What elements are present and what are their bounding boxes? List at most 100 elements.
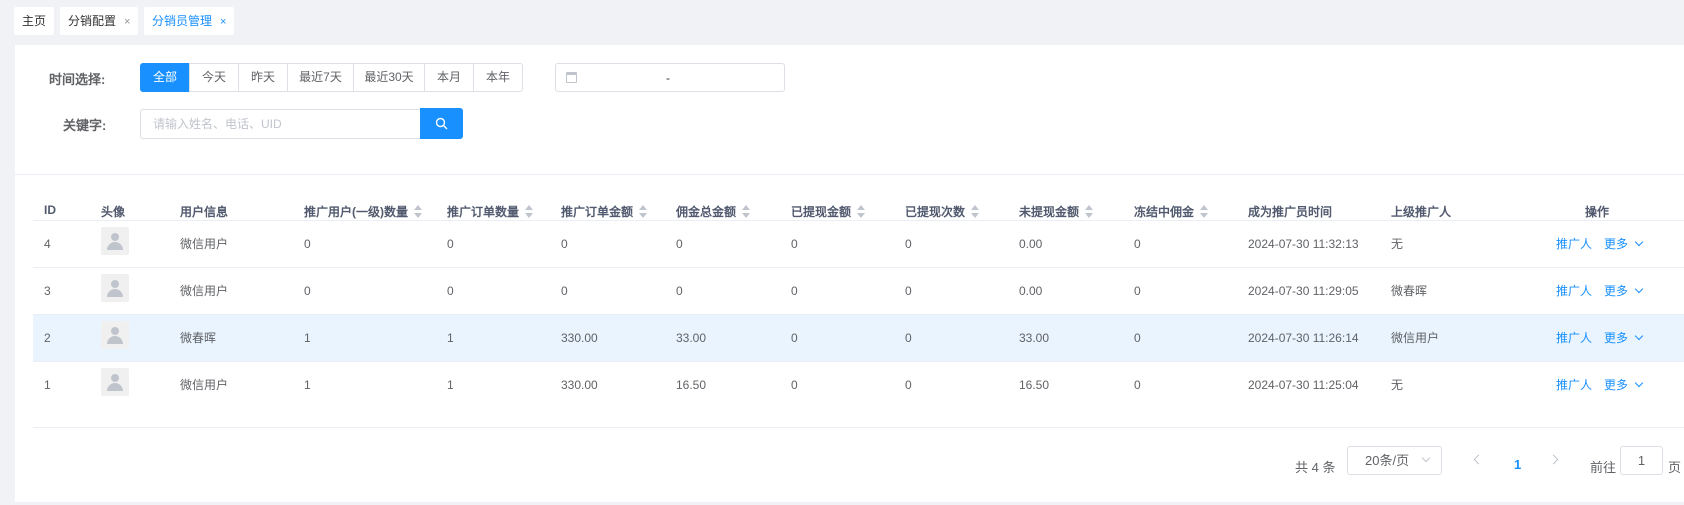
more-label: 更多	[1604, 378, 1629, 392]
more-label: 更多	[1604, 284, 1629, 298]
promoter-link[interactable]: 推广人	[1556, 268, 1592, 315]
sort-icon[interactable]	[639, 205, 648, 218]
cell-superior: 微春晖	[1391, 284, 1428, 298]
column-header-promo-amount[interactable]: 推广订单金额	[561, 203, 648, 220]
keyword-label: 关键字:	[63, 118, 107, 133]
column-header-actions: 操作	[1585, 203, 1609, 220]
search-button[interactable]	[420, 108, 463, 139]
chevron-right-icon[interactable]	[1548, 454, 1559, 465]
cell-promo-users: 0	[304, 237, 311, 251]
cell-superior: 无	[1391, 378, 1404, 392]
time-option-month[interactable]: 本月	[424, 63, 474, 92]
promoter-link[interactable]: 推广人	[1556, 315, 1592, 362]
keyword-search-input[interactable]: 请输入姓名、电话、UID	[140, 109, 420, 139]
column-header-promo-users[interactable]: 推广用户(一级)数量	[304, 203, 422, 220]
cell-since: 2024-07-30 11:29:05	[1248, 284, 1359, 298]
tab-label: 主页	[22, 14, 47, 28]
cell-promo-amount: 330.00	[561, 331, 598, 345]
column-header-label: 佣金总金额	[676, 205, 737, 219]
sort-icon[interactable]	[1085, 205, 1094, 218]
sort-icon[interactable]	[525, 205, 534, 218]
column-header-frozen[interactable]: 冻结中佣金	[1134, 203, 1209, 220]
close-icon[interactable]: ×	[220, 16, 226, 28]
sort-icon[interactable]	[971, 205, 980, 218]
cell-frozen: 0	[1134, 331, 1141, 345]
cell-withdrawn-amount: 0	[791, 284, 798, 298]
column-header-unwithdrawn[interactable]: 未提现金额	[1019, 203, 1094, 220]
column-header-promo-orders[interactable]: 推广订单数量	[447, 203, 534, 220]
table-row: 3 微信用户 0 0 0 0 0 0 0.00 0 2024-07-30 11:…	[33, 267, 1684, 314]
pagination-total: 共 4 条	[1295, 460, 1336, 475]
cell-superior: 无	[1391, 237, 1404, 251]
goto-page-input[interactable]: 1	[1620, 446, 1663, 475]
tab-home[interactable]: 主页	[14, 7, 55, 35]
tab-distribution-config[interactable]: 分销配置 ×	[60, 7, 139, 35]
date-range-picker[interactable]: -	[555, 63, 785, 92]
cell-frozen: 0	[1134, 284, 1141, 298]
avatar	[101, 274, 129, 302]
page-size-select[interactable]: 20条/页	[1347, 446, 1442, 475]
more-dropdown[interactable]: 更多	[1604, 221, 1644, 268]
time-option-7days[interactable]: 最近7天	[287, 63, 354, 92]
column-header-label: 成为推广员时间	[1248, 205, 1333, 219]
column-header-label: 用户信息	[180, 205, 229, 219]
promoter-link[interactable]: 推广人	[1556, 221, 1592, 268]
table-row: 1 微信用户 1 1 330.00 16.50 0 0 16.50 0 2024…	[33, 361, 1684, 408]
cell-id: 3	[44, 284, 51, 298]
column-header-label: ID	[44, 203, 56, 217]
tab-label: 分销配置	[68, 14, 117, 28]
more-dropdown[interactable]: 更多	[1604, 268, 1644, 315]
main-card: 时间选择: 全部 今天 昨天 最近7天 最近30天 本月 本年 - 关键字: 请…	[15, 45, 1684, 502]
cell-withdraw-count: 0	[905, 378, 912, 392]
cell-unwithdrawn: 16.50	[1019, 378, 1050, 392]
more-dropdown[interactable]: 更多	[1604, 315, 1644, 362]
cell-promo-amount: 0	[561, 237, 568, 251]
cell-since: 2024-07-30 11:32:13	[1248, 237, 1359, 251]
more-dropdown[interactable]: 更多	[1604, 362, 1644, 409]
cell-withdraw-count: 0	[905, 331, 912, 345]
avatar	[101, 368, 129, 396]
tab-distributor-management[interactable]: 分销员管理 ×	[144, 7, 235, 35]
chevron-left-icon[interactable]	[1473, 454, 1484, 465]
time-option-30days[interactable]: 最近30天	[353, 63, 425, 92]
column-header-avatar: 头像	[101, 203, 125, 220]
column-header-withdraw-count[interactable]: 已提现次数	[905, 203, 980, 220]
more-label: 更多	[1604, 237, 1629, 251]
chevron-down-icon	[1421, 453, 1431, 463]
cell-frozen: 0	[1134, 237, 1141, 251]
time-option-all[interactable]: 全部	[140, 63, 190, 92]
sort-icon[interactable]	[1200, 205, 1209, 218]
cell-unwithdrawn: 0.00	[1019, 284, 1043, 298]
column-header-label: 头像	[101, 205, 126, 219]
table-row: 4 微信用户 0 0 0 0 0 0 0.00 0 2024-07-30 11:…	[33, 220, 1684, 267]
cell-commission-total: 33.00	[676, 331, 707, 345]
column-header-user-info: 用户信息	[180, 203, 228, 220]
calendar-icon	[566, 72, 577, 83]
time-option-yesterday[interactable]: 昨天	[238, 63, 288, 92]
cell-since: 2024-07-30 11:26:14	[1248, 331, 1359, 345]
close-icon[interactable]: ×	[124, 16, 130, 28]
column-header-withdrawn-amount[interactable]: 已提现金额	[791, 203, 866, 220]
page-size-value: 20条/页	[1365, 453, 1410, 468]
cell-promo-orders: 0	[447, 237, 454, 251]
cell-user-info: 微信用户	[180, 237, 229, 251]
page-suffix-label: 页	[1668, 460, 1682, 475]
sort-icon[interactable]	[414, 205, 422, 218]
cell-promo-amount: 0	[561, 284, 568, 298]
time-option-today[interactable]: 今天	[189, 63, 239, 92]
cell-user-info: 微信用户	[180, 284, 229, 298]
cell-withdrawn-amount: 0	[791, 331, 798, 345]
pagination-current-page[interactable]: 1	[1514, 457, 1521, 472]
time-option-year[interactable]: 本年	[473, 63, 523, 92]
table-row: 2 微春晖 1 1 330.00 33.00 0 0 33.00 0 2024-…	[33, 314, 1684, 361]
sort-icon[interactable]	[742, 205, 751, 218]
tab-label: 分销员管理	[152, 14, 213, 28]
cell-promo-users: 1	[304, 331, 311, 345]
cell-promo-users: 0	[304, 284, 311, 298]
column-header-commission-total[interactable]: 佣金总金额	[676, 203, 751, 220]
promoter-link[interactable]: 推广人	[1556, 362, 1592, 409]
cell-unwithdrawn: 33.00	[1019, 331, 1050, 345]
sort-icon[interactable]	[857, 205, 866, 218]
cell-id: 4	[44, 237, 51, 251]
chevron-down-icon	[1634, 378, 1644, 388]
